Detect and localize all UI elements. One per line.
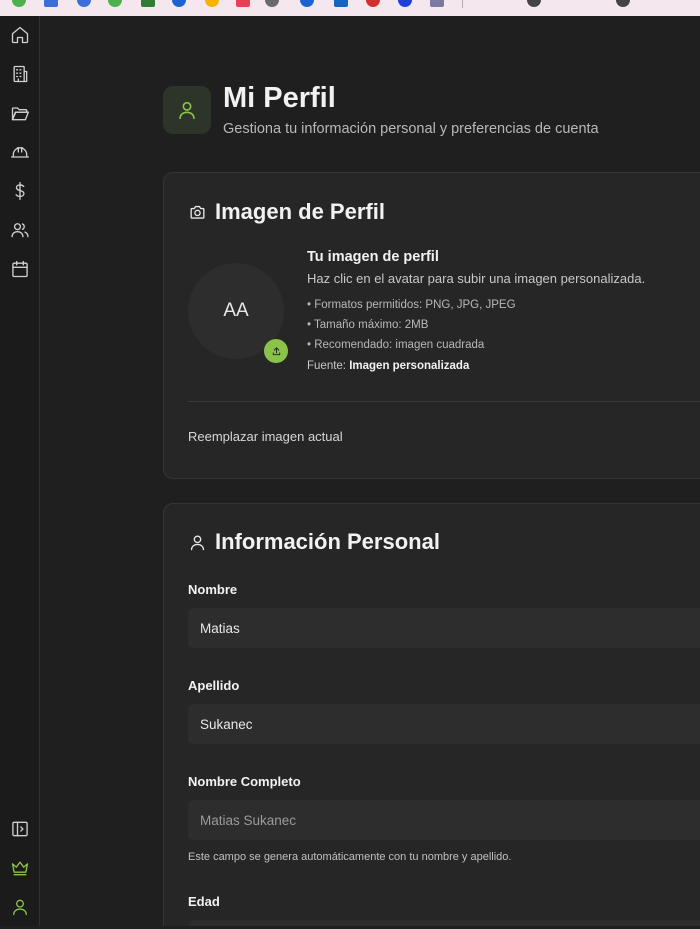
profile-image-title: Imagen de Perfil bbox=[215, 199, 385, 224]
last-name-label: Apellido bbox=[188, 678, 240, 693]
profile-image-header: Imagen de Perfil bbox=[188, 199, 385, 225]
full-name-input: Matias Sukanec bbox=[188, 800, 700, 840]
bookmark-separator bbox=[462, 0, 463, 8]
bookmark-favicon-icon[interactable] bbox=[527, 0, 541, 7]
user-icon[interactable] bbox=[9, 896, 31, 918]
first-name-input[interactable]: Matias bbox=[188, 608, 700, 648]
bookmark-favicon-icon[interactable] bbox=[205, 0, 219, 7]
main-content: Mi Perfil Gestiona tu información person… bbox=[40, 16, 700, 926]
panel-toggle-icon[interactable] bbox=[9, 818, 31, 840]
avatar-initials: AA bbox=[223, 300, 249, 321]
profile-image-info: Tu imagen de perfil Haz clic en el avata… bbox=[307, 249, 700, 372]
bookmark-favicon-icon[interactable] bbox=[398, 0, 412, 7]
folder-icon[interactable] bbox=[9, 102, 31, 124]
bookmark-favicon-icon[interactable] bbox=[172, 0, 186, 7]
camera-icon bbox=[190, 205, 205, 219]
bookmark-favicon-icon[interactable] bbox=[265, 0, 279, 7]
hard-hat-icon[interactable] bbox=[9, 141, 31, 163]
age-input[interactable] bbox=[188, 920, 700, 926]
bookmark-favicon-icon[interactable] bbox=[108, 0, 122, 7]
image-source: Fuente: Imagen personalizada bbox=[307, 360, 700, 372]
bookmark-favicon-icon[interactable] bbox=[616, 0, 630, 7]
image-requirements-list: • Formatos permitidos: PNG, JPG, JPEG • … bbox=[307, 295, 700, 355]
building-icon[interactable] bbox=[9, 63, 31, 85]
crown-icon[interactable] bbox=[9, 857, 31, 879]
replace-image-link[interactable]: Reemplazar imagen actual bbox=[188, 429, 343, 444]
profile-image-info-desc: Haz clic en el avatar para subir una ima… bbox=[307, 271, 646, 286]
upload-icon[interactable] bbox=[264, 339, 288, 363]
requirement-size: • Tamaño máximo: 2MB bbox=[307, 319, 429, 331]
bookmark-favicon-icon[interactable] bbox=[236, 0, 250, 7]
age-label: Edad bbox=[188, 894, 220, 909]
dollar-icon[interactable] bbox=[9, 180, 31, 202]
profile-image-info-title: Tu imagen de perfil bbox=[307, 249, 439, 265]
full-name-hint: Este campo se genera automáticamente con… bbox=[188, 851, 512, 863]
profile-image-card: Imagen de Perfil AA Tu imagen de perfil … bbox=[163, 172, 700, 479]
bookmark-favicon-icon[interactable] bbox=[366, 0, 380, 7]
bookmark-favicon-icon[interactable] bbox=[430, 0, 444, 7]
last-name-input[interactable]: Sukanec bbox=[188, 704, 700, 744]
page-title: Mi Perfil bbox=[223, 82, 336, 114]
page-subtitle: Gestiona tu información personal y prefe… bbox=[223, 121, 599, 137]
personal-info-card: Información Personal Nombre Matias Apell… bbox=[163, 503, 700, 926]
full-name-label: Nombre Completo bbox=[188, 774, 301, 789]
image-source-label: Fuente: bbox=[307, 360, 346, 372]
personal-info-title: Información Personal bbox=[215, 529, 440, 554]
home-icon[interactable] bbox=[9, 24, 31, 46]
user-outline-icon bbox=[190, 534, 205, 550]
bookmarks-bar bbox=[0, 0, 700, 16]
calendar-icon[interactable] bbox=[9, 258, 31, 280]
divider bbox=[188, 401, 700, 402]
users-icon[interactable] bbox=[9, 219, 31, 241]
personal-info-header: Información Personal bbox=[188, 529, 440, 555]
bookmark-favicon-icon[interactable] bbox=[300, 0, 314, 7]
requirement-formats: • Formatos permitidos: PNG, JPG, JPEG bbox=[307, 299, 516, 311]
profile-header-icon bbox=[163, 86, 211, 134]
bookmark-favicon-icon[interactable] bbox=[334, 0, 348, 7]
image-source-value: Imagen personalizada bbox=[349, 360, 470, 372]
sidebar bbox=[0, 16, 40, 926]
bookmark-favicon-icon[interactable] bbox=[44, 0, 58, 7]
first-name-label: Nombre bbox=[188, 582, 238, 597]
bookmark-favicon-icon[interactable] bbox=[141, 0, 155, 7]
bookmark-favicon-icon[interactable] bbox=[12, 0, 26, 7]
bookmark-favicon-icon[interactable] bbox=[77, 0, 91, 7]
requirement-recommended: • Recomendado: imagen cuadrada bbox=[307, 339, 485, 351]
